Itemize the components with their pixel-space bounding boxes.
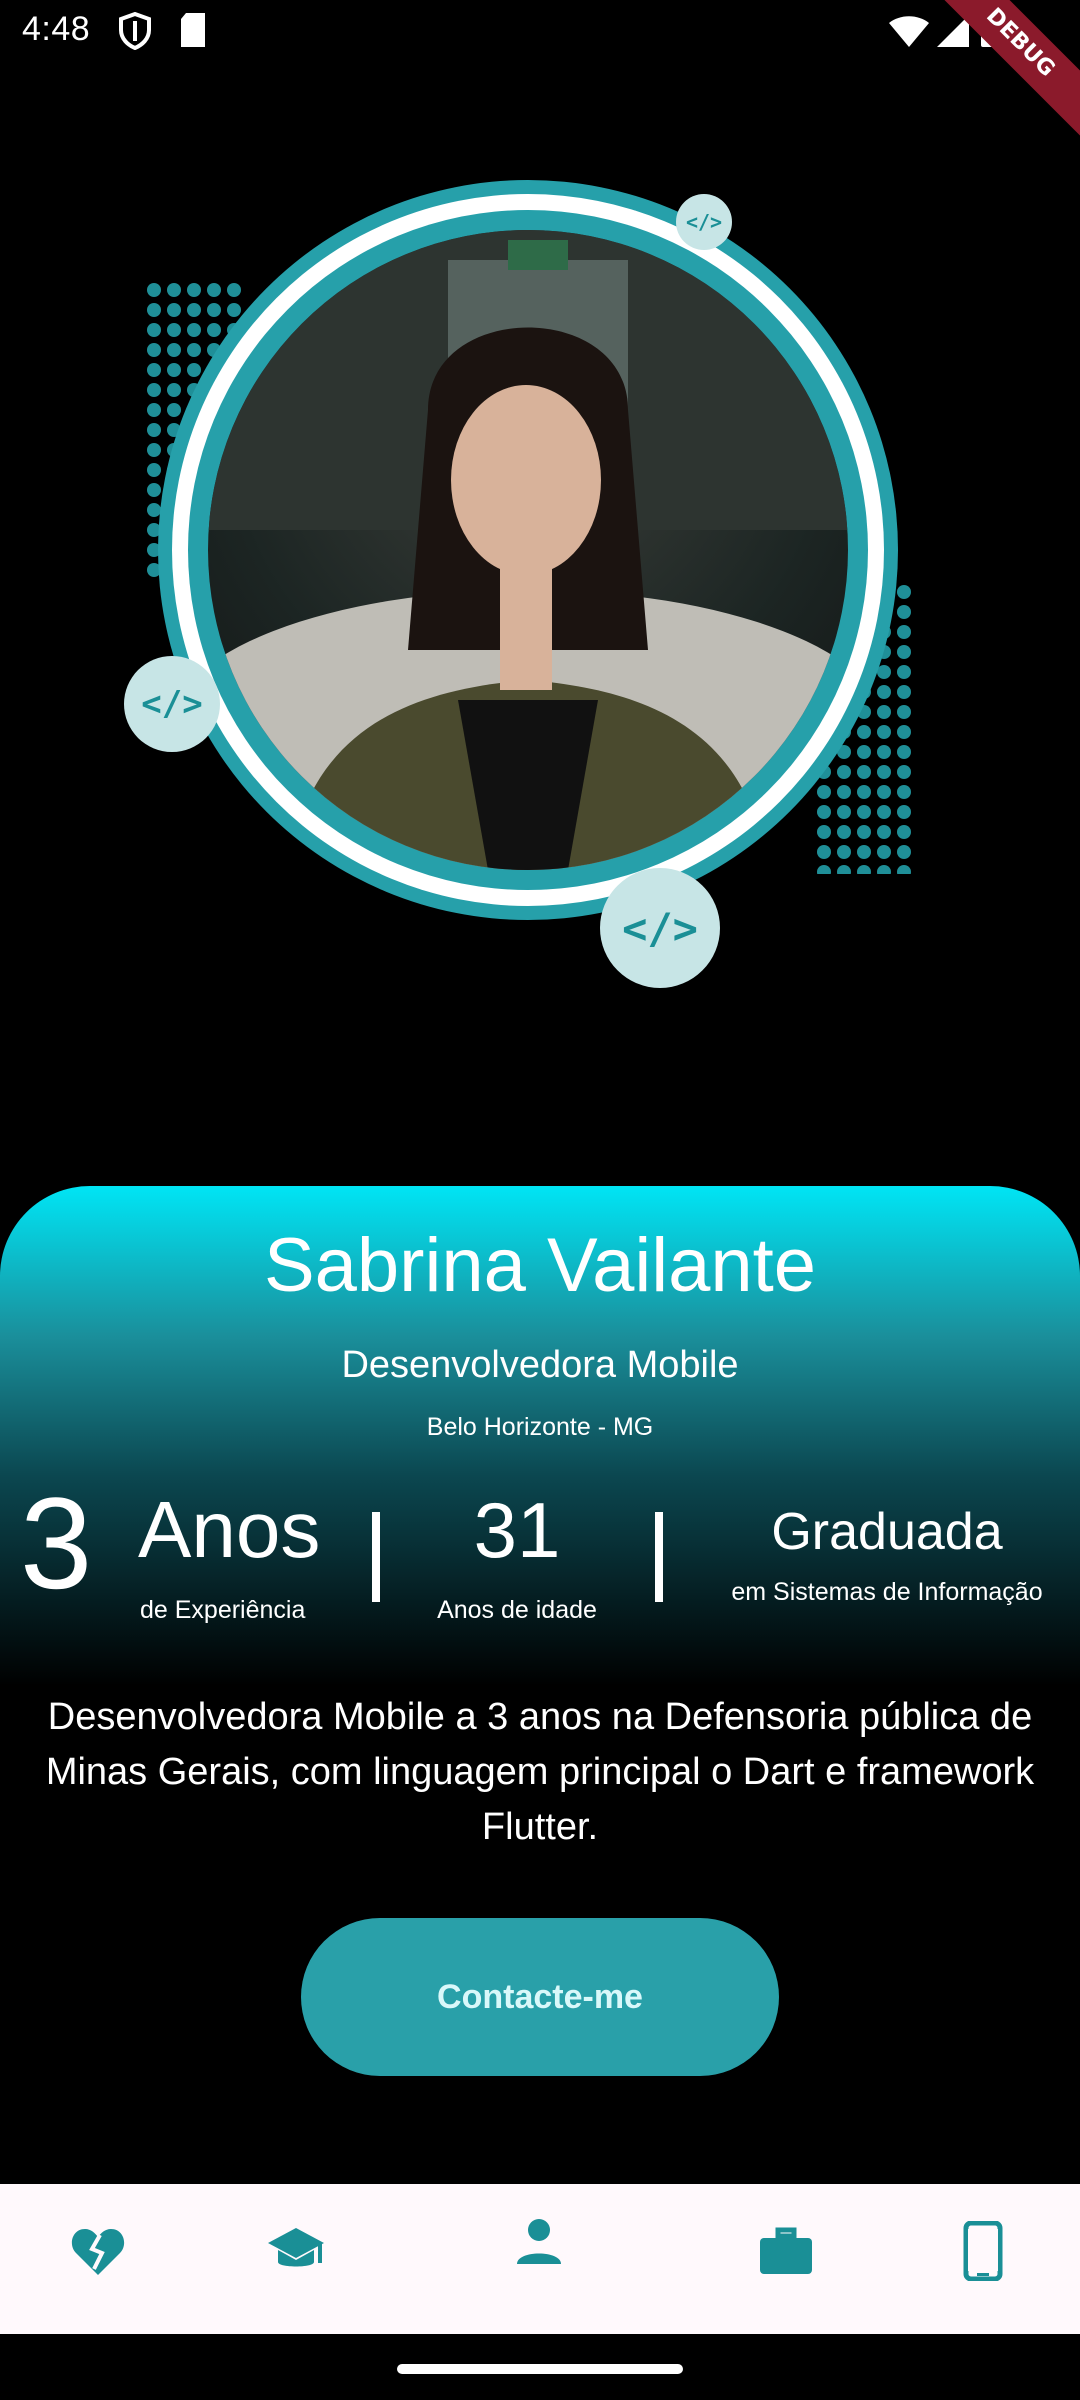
graduation-cap-icon bbox=[268, 2228, 324, 2267]
status-time: 4:48 bbox=[22, 10, 91, 48]
smartphone-icon bbox=[963, 2221, 1003, 2281]
wifi-icon bbox=[888, 14, 930, 53]
sd-card-icon bbox=[178, 12, 208, 53]
nav-item-interests[interactable] bbox=[53, 2206, 143, 2296]
code-badge-large: </> bbox=[600, 868, 720, 988]
degree-title: Graduada bbox=[771, 1503, 1003, 1561]
profile-name: Sabrina Vailante bbox=[263, 1223, 817, 1308]
app-screen: 4:48 DEBUG </> </> </> Sabrina Vailante … bbox=[0, 0, 1080, 2400]
profile-illustration: </> </> </> bbox=[0, 160, 1080, 1020]
nav-item-contact[interactable] bbox=[938, 2206, 1028, 2296]
profile-city: Belo Horizonte - MG bbox=[426, 1413, 654, 1441]
age-caption: Anos de idade bbox=[437, 1596, 597, 1624]
broken-heart-icon bbox=[71, 2229, 125, 2275]
age-number: 31 bbox=[473, 1486, 561, 1574]
stat-divider bbox=[655, 1512, 663, 1602]
status-bar: 4:48 DEBUG bbox=[0, 0, 1080, 152]
nav-item-profile[interactable] bbox=[494, 2196, 584, 2286]
contact-button[interactable]: Contacte-me bbox=[301, 1918, 779, 2076]
years-caption: de Experiência bbox=[140, 1596, 306, 1624]
home-indicator[interactable] bbox=[397, 2364, 683, 2374]
shield-icon bbox=[118, 11, 152, 55]
nav-item-experience[interactable] bbox=[741, 2206, 831, 2296]
degree-caption: em Sistemas de Informação bbox=[731, 1578, 1043, 1606]
code-badge-medium: </> bbox=[124, 656, 220, 752]
nav-item-education[interactable] bbox=[251, 2206, 341, 2296]
bio-text: Desenvolvedora Mobile a 3 anos na Defens… bbox=[45, 1696, 1035, 1848]
years-number: 3 bbox=[20, 1470, 93, 1616]
stat-divider bbox=[372, 1512, 380, 1602]
years-word: Anos bbox=[138, 1485, 321, 1574]
person-icon bbox=[517, 2219, 561, 2264]
profile-photo bbox=[208, 230, 848, 870]
code-badge-small: </> bbox=[676, 194, 732, 250]
profile-role: Desenvolvedora Mobile bbox=[341, 1344, 739, 1386]
briefcase-icon bbox=[760, 2227, 812, 2274]
bottom-navigation bbox=[0, 2184, 1080, 2334]
